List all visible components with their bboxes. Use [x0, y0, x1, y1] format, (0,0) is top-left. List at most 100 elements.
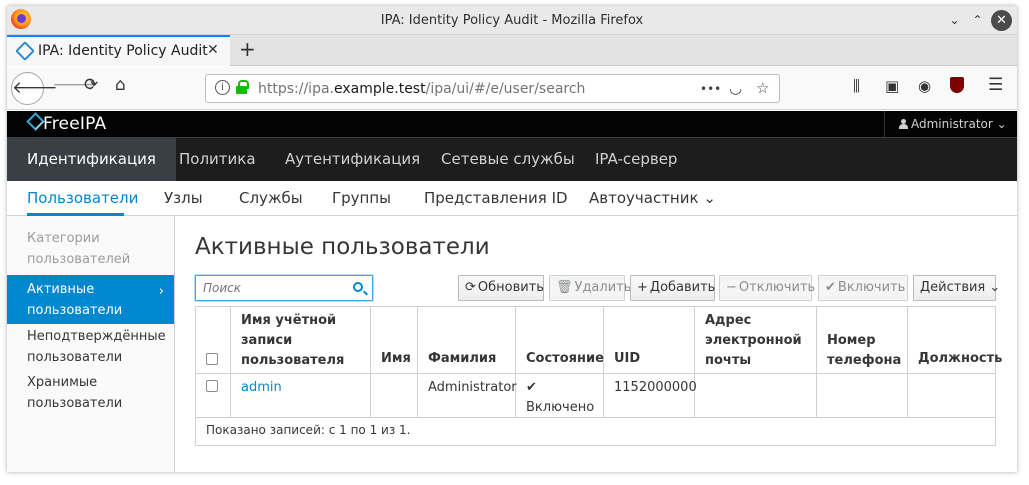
header-phone-line1: Номер [827, 333, 876, 348]
header-login-line1: Имя учётной [241, 313, 337, 328]
row-checkbox[interactable] [206, 380, 218, 392]
browser-tab[interactable]: IPA: Identity Policy Audit ✕ [7, 35, 230, 66]
header-email-line2: электронной [705, 333, 802, 348]
header-uid-label: UID [614, 351, 641, 366]
app-masthead: FreeIPA Administrator ⌄ [7, 111, 1017, 138]
table-row: admin Administrator ✔ Включено 115200000… [196, 374, 995, 418]
chevron-right-icon: › [158, 284, 164, 299]
header-job-title[interactable]: Должность [908, 307, 1002, 374]
secondary-nav: Пользователи Узлы Службы Группы Представ… [7, 181, 1017, 216]
browser-toolbar: 🡐 🡒 ⟳ ⌂ i https://ipa.example.test/ipa/u… [7, 67, 1017, 110]
table-footer: Показано записей: с 1 по 1 из 1. [206, 423, 411, 437]
window-title: IPA: Identity Policy Audit - Mozilla Fir… [380, 13, 644, 28]
sidebar-item-preserved-users[interactable]: Хранимые пользователи [7, 372, 174, 414]
header-status[interactable]: Состояние [516, 307, 604, 374]
header-job-title-label: Должность [918, 351, 1003, 366]
enable-button[interactable]: ✔ Включить [818, 275, 908, 301]
library-icon[interactable]: ⫼ [853, 77, 860, 95]
sidebar-item-label: Хранимые [27, 375, 98, 390]
header-last-name-label: Фамилия [428, 351, 497, 366]
table-header: Имя учётной записи пользователя Имя Фами… [196, 307, 1002, 374]
site-info-icon[interactable]: i [215, 80, 230, 95]
cell-job-title [908, 374, 997, 418]
close-window-button[interactable]: ✕ [991, 10, 1012, 31]
sidebar: Категории пользователей Активные пользов… [7, 216, 175, 472]
menu-hamburger-icon[interactable]: ☰ [988, 75, 1003, 95]
home-button[interactable]: ⌂ [115, 75, 126, 95]
nav-network-services[interactable]: Сетевые службы [421, 138, 595, 181]
sidebar-toggle-icon[interactable]: ▣ [885, 77, 899, 95]
header-email[interactable]: Адрес электронной почты [695, 307, 817, 374]
tab-users[interactable]: Пользователи [27, 189, 138, 207]
sidebar-heading-line1: Категории [27, 231, 100, 246]
tab-services[interactable]: Службы [239, 189, 303, 207]
tab-title: IPA: Identity Policy Audit [38, 43, 208, 59]
nav-ipa-server[interactable]: IPA-сервер [575, 138, 697, 181]
url-path: /ipa/ui/#/e/user/search [425, 81, 586, 97]
sidebar-item-active-users[interactable]: Активные пользователи › [7, 275, 174, 324]
pocket-icon[interactable]: ◡ [729, 79, 742, 97]
tab-close-icon[interactable]: ✕ [207, 42, 219, 58]
header-last-name[interactable]: Фамилия [418, 307, 516, 374]
header-login-line3: пользователя [241, 353, 345, 368]
new-tab-button[interactable]: + [239, 37, 256, 61]
status-check-icon: ✔ [526, 380, 537, 395]
delete-button[interactable]: 🗑 Удалить [549, 275, 631, 301]
primary-nav: Идентификация Политика Аутентификация Се… [7, 138, 1017, 181]
account-icon[interactable]: ◉ [918, 77, 931, 95]
window-titlebar: IPA: Identity Policy Audit - Mozilla Fir… [7, 6, 1017, 35]
header-phone[interactable]: Номер телефона [817, 307, 908, 374]
header-email-line3: почты [705, 353, 752, 368]
minus-icon: − [726, 280, 737, 295]
maximize-button[interactable]: ⌃ [967, 10, 988, 31]
header-login[interactable]: Имя учётной записи пользователя [231, 307, 371, 374]
user-menu[interactable]: Administrator ⌄ [884, 111, 1017, 138]
tab-id-views[interactable]: Представления ID [424, 189, 568, 207]
header-phone-line2: телефона [827, 353, 902, 368]
cell-uid: 1152000000 [604, 374, 697, 418]
reload-button[interactable]: ⟳ [84, 75, 98, 95]
sidebar-item-label: пользователи [27, 396, 123, 411]
cell-login: admin [231, 374, 371, 418]
user-name: Administrator [911, 117, 993, 131]
nav-identity[interactable]: Идентификация [7, 138, 176, 181]
back-button[interactable]: 🡐 [11, 72, 58, 105]
row-select-cell [196, 374, 231, 418]
actions-dropdown[interactable]: Действия ⌄ [913, 275, 1000, 301]
search-input[interactable] [195, 275, 373, 301]
tab-strip: IPA: Identity Policy Audit ✕ + [7, 35, 1017, 66]
header-first-name-label: Имя [381, 351, 411, 366]
nav-authentication[interactable]: Аутентификация [265, 138, 440, 181]
search-icon[interactable] [353, 282, 363, 292]
sidebar-item-stage-users[interactable]: Неподтверждённые пользователи [7, 326, 174, 368]
cell-email [695, 374, 817, 418]
header-uid[interactable]: UID [604, 307, 695, 374]
url-text[interactable]: https://ipa.example.test/ipa/ui/#/e/user… [258, 81, 585, 97]
disable-button[interactable]: − Отключить [719, 275, 815, 301]
add-button[interactable]: + Добавить [630, 275, 715, 301]
sidebar-item-label: пользователи [27, 303, 123, 318]
nav-policy[interactable]: Политика [159, 138, 276, 181]
select-all-checkbox[interactable] [206, 353, 218, 365]
cell-status: ✔ Включено [516, 374, 604, 418]
ublock-icon[interactable] [950, 77, 964, 93]
header-first-name[interactable]: Имя [371, 307, 418, 374]
minimize-button[interactable]: ⌄ [944, 10, 965, 31]
app-logo-text: FreeIPA [43, 114, 107, 134]
tab-groups[interactable]: Группы [332, 189, 391, 207]
sidebar-item-label: Неподтверждённые [27, 329, 166, 344]
tab-hosts[interactable]: Узлы [164, 189, 203, 207]
user-icon [899, 119, 908, 129]
refresh-button[interactable]: ⟳ Обновить [458, 275, 544, 301]
tab-automember[interactable]: Автоучастник ⌄ [589, 189, 716, 207]
page-actions-icon[interactable]: ••• [700, 82, 721, 96]
check-icon: ✔ [825, 280, 836, 295]
bookmark-star-icon[interactable]: ☆ [756, 79, 769, 97]
user-login-link[interactable]: admin [241, 380, 282, 395]
url-bar[interactable]: i https://ipa.example.test/ipa/ui/#/e/us… [205, 74, 780, 103]
add-button-label: Добавить [649, 280, 716, 295]
sidebar-item-label: Активные [27, 282, 95, 297]
status-text: Включено [526, 400, 595, 415]
trash-icon: 🗑 [556, 280, 573, 295]
browser-window: IPA: Identity Policy Audit - Mozilla Fir… [7, 6, 1017, 472]
